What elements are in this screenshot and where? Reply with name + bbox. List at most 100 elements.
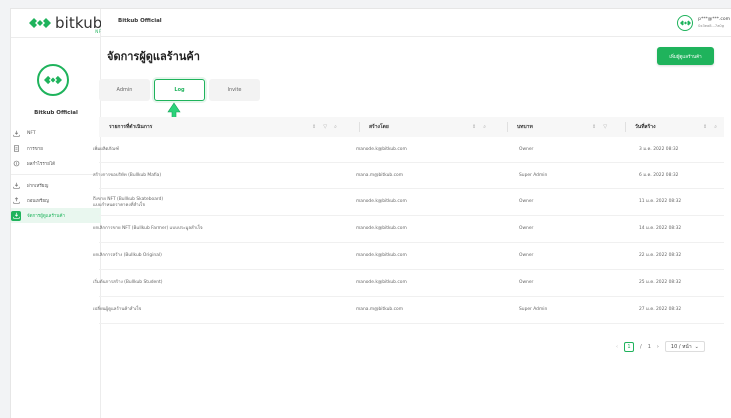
top-bar: Bitkub Official p***@***.com 0x3ea8...7a…	[101, 9, 731, 37]
row-created-by: mana.m@bitkub.com	[356, 173, 403, 178]
sidebar-item-manage-admins[interactable]: จัดการผู้ดูแลร้านค้า	[11, 208, 101, 223]
row-created-by: manode.k@bitkub.com	[356, 253, 407, 258]
tab-log[interactable]: Log	[154, 79, 205, 101]
row-role: Super Admin	[519, 173, 548, 178]
row-date: 22 ม.ค. 2022 08:32	[639, 253, 682, 258]
sidebar-item-profit[interactable]: ผลกำไรรายได้	[11, 156, 101, 171]
prev-page-icon[interactable]: ‹	[616, 344, 618, 350]
sidebar: bitkub NFT Bitkub Official NFT การขาย ผล…	[11, 9, 105, 418]
row-role: Super Admin	[519, 307, 548, 312]
row-action: ถึงขาย NFT (Bullkub Skateboard)	[93, 197, 164, 202]
user-account[interactable]: p***@***.com 0x3ea8...7a0g	[677, 15, 730, 31]
row-date: 25 ม.ค. 2022 08:32	[639, 280, 682, 285]
shop-logo-icon	[44, 75, 62, 85]
download-icon	[11, 129, 21, 139]
row-date: 11 ม.ค. 2022 08:32	[639, 199, 682, 204]
shop-avatar	[37, 64, 69, 96]
log-table: รายการที่ดำเนินการ ⇕ ▽ ⌕ สร้างโดย ⇕ ⌕ บทบาท…	[93, 117, 724, 324]
row-action: เพิ่มผลิตภัณฑ์	[93, 147, 120, 152]
row-action: สร้างการขอบริษัท (Bullkub Mafia)	[93, 173, 162, 178]
tab-bar: Admin Log Invite	[99, 79, 260, 101]
tab-invite[interactable]: Invite	[209, 79, 260, 101]
user-info: p***@***.com 0x3ea8...7a0g	[698, 17, 730, 29]
shop-name: Bitkub Official	[34, 110, 78, 116]
col-separator	[625, 122, 626, 132]
sort-icon[interactable]: ⇕	[312, 124, 316, 130]
row-role: Owner	[519, 280, 534, 285]
row-action: ยกเลิกการขาย NFT (Bullkub Farmer) แบบประ…	[93, 226, 203, 231]
sidebar-item-label: ผลกำไรรายได้	[27, 162, 56, 167]
sidebar-item-withdraw[interactable]: ถอนเหรียญ	[11, 193, 101, 208]
total-pages: 1	[647, 343, 651, 350]
sort-icon[interactable]: ⇕	[592, 124, 596, 130]
col-role: บทบาท	[517, 124, 533, 130]
table-row[interactable]: ยกเลิกการสร้าง (Bullkub Original) manode…	[93, 243, 724, 270]
row-role: Owner	[519, 199, 534, 204]
coin-icon	[11, 159, 21, 169]
table-row[interactable]: เพิ่มผลิตภัณฑ์ manode.k@bitkub.com Owner…	[93, 137, 724, 163]
row-created-by: manode.k@bitkub.com	[356, 199, 407, 204]
page-size-select[interactable]: 10 / หน้า ⌄	[664, 341, 705, 352]
row-created-by: manode.k@bitkub.com	[356, 147, 407, 152]
header-title: Bitkub Official	[118, 18, 162, 24]
sidebar-item-label: ถอนเหรียญ	[27, 199, 49, 204]
table-row[interactable]: ถึงขาย NFT (Bullkub Skateboard) แบบกำหนด…	[93, 189, 724, 216]
row-action: เปลี่ยนผู้ดูแลร้านค้าสำเร็จ	[93, 307, 142, 312]
nav-divider	[11, 174, 95, 175]
withdraw-icon	[11, 196, 21, 206]
col-created-date: วันที่สร้าง	[635, 124, 656, 130]
col-created-by-tools: ⇕ ⌕	[472, 124, 486, 130]
sidebar-item-label: การขาย	[27, 147, 43, 152]
col-role-tools: ⇕ ▽	[592, 124, 607, 130]
table-row[interactable]: เปลี่ยนผู้ดูแลร้านค้าสำเร็จ mana.m@bitku…	[93, 297, 724, 324]
sidebar-item-nft[interactable]: NFT	[11, 126, 101, 141]
row-role: Owner	[519, 147, 534, 152]
logo-text: bitkub NFT	[55, 14, 105, 34]
col-created-by: สร้างโดย	[369, 124, 389, 130]
tab-admin[interactable]: Admin	[99, 79, 150, 101]
filter-icon[interactable]: ▽	[603, 124, 607, 130]
sort-icon[interactable]: ⇕	[703, 124, 707, 130]
user-wallet: 0x3ea8...7a0g	[698, 24, 724, 28]
col-action-tools: ⇕ ▽ ⌕	[312, 124, 337, 130]
row-date: 27 ม.ค. 2022 08:32	[639, 307, 682, 312]
current-page[interactable]: 1	[624, 341, 634, 352]
search-icon[interactable]: ⌕	[714, 124, 717, 130]
table-row[interactable]: เริ่มต้นการสร้าง (Bullkub Student) manod…	[93, 270, 724, 297]
row-role: Owner	[519, 226, 534, 231]
search-icon[interactable]: ⌕	[334, 124, 337, 130]
sidebar-item-label: ฝากเหรียญ	[27, 184, 49, 189]
deposit-icon	[11, 181, 21, 191]
col-action: รายการที่ดำเนินการ	[109, 124, 153, 130]
next-page-icon[interactable]: ›	[657, 344, 659, 350]
row-action: ยกเลิกการสร้าง (Bullkub Original)	[93, 253, 162, 258]
page-size-value: 10 / หน้า	[670, 343, 692, 350]
bitkub-logo[interactable]: bitkub NFT	[29, 12, 105, 34]
logo-mark-icon	[29, 18, 51, 28]
page-separator: /	[640, 343, 642, 350]
row-role: Owner	[519, 253, 534, 258]
sidebar-item-label: จัดการผู้ดูแลร้านค้า	[27, 214, 66, 219]
pagination: ‹ 1 / 1 › 10 / หน้า ⌄	[616, 341, 705, 352]
row-created-by: manode.k@bitkub.com	[356, 226, 407, 231]
row-action-line2: แบบกำหนดราคาคงที่สำเร็จ	[93, 203, 146, 208]
search-icon[interactable]: ⌕	[483, 124, 486, 130]
add-admin-button[interactable]: เพิ่มผู้ดูแลร้านค้า	[657, 47, 714, 65]
row-date: 3 ม.ค. 2022 08:32	[639, 147, 679, 152]
col-separator	[507, 122, 508, 132]
col-separator	[359, 122, 360, 132]
table-row[interactable]: สร้างการขอบริษัท (Bullkub Mafia) mana.m@…	[93, 163, 724, 189]
col-date-tools: ⇕ ⌕	[703, 124, 717, 130]
table-row[interactable]: ยกเลิกการขาย NFT (Bullkub Farmer) แบบประ…	[93, 216, 724, 243]
row-created-by: manode.k@bitkub.com	[356, 280, 407, 285]
chevron-down-icon: ⌄	[694, 343, 699, 350]
sort-icon[interactable]: ⇕	[472, 124, 476, 130]
sidebar-item-deposit[interactable]: ฝากเหรียญ	[11, 178, 101, 193]
sidebar-item-sales[interactable]: การขาย	[11, 141, 101, 156]
row-created-by: mana.m@bitkub.com	[356, 307, 403, 312]
document-icon	[11, 144, 21, 154]
row-date: 14 ม.ค. 2022 08:32	[639, 226, 682, 231]
filter-icon[interactable]: ▽	[323, 124, 327, 130]
sidebar-item-label: NFT	[27, 131, 36, 136]
table-header: รายการที่ดำเนินการ ⇕ ▽ ⌕ สร้างโดย ⇕ ⌕ บทบาท…	[99, 117, 724, 137]
